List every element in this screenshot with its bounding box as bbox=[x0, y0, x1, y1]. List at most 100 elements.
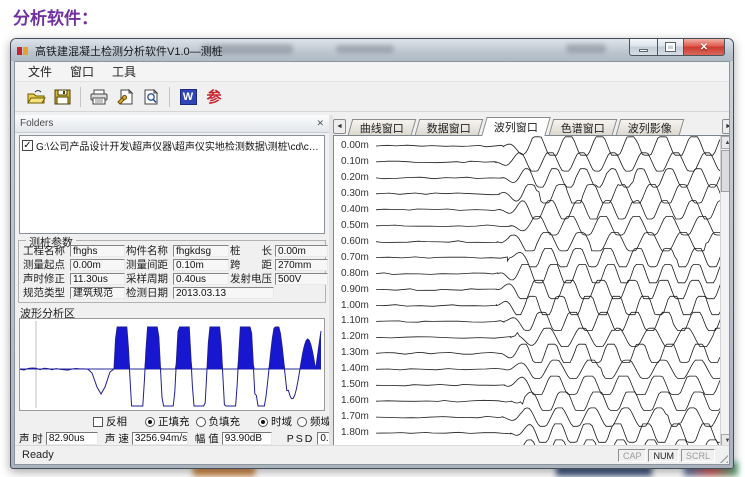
parameters-button[interactable]: 参 bbox=[201, 85, 227, 109]
analysis-waveform bbox=[20, 319, 324, 410]
word-export-button[interactable]: W bbox=[175, 85, 201, 109]
app-window: 高铁建混凝土检测分析软件V1.0—测桩 ✕ 文件 窗口 工具 bbox=[10, 38, 734, 469]
save-floppy-icon bbox=[54, 89, 71, 105]
tab-曲线窗口[interactable]: 曲线窗口 bbox=[348, 119, 417, 135]
readout-row: 声 时 82.90us 声 速 3256.94m/s 幅 值 93.90dB P… bbox=[19, 431, 369, 446]
wave-analysis-area[interactable] bbox=[19, 318, 325, 411]
param-field[interactable]: fhgkdsg bbox=[173, 245, 229, 257]
amplitude-label: 幅 值 bbox=[195, 431, 219, 446]
depth-label: 1.80m bbox=[341, 427, 375, 438]
vertical-scrollbar[interactable]: ▲ ▼ bbox=[720, 136, 730, 447]
menu-bar: 文件 窗口 工具 bbox=[15, 62, 729, 82]
tab-label: 波列影像 bbox=[628, 120, 672, 136]
sound-speed-field[interactable]: 3256.94m/s bbox=[132, 432, 188, 445]
param-field[interactable]: fhghs bbox=[70, 245, 125, 257]
param-label: 测量间距 bbox=[126, 259, 172, 271]
depth-label: 1.10m bbox=[341, 315, 375, 326]
tab-scroll-left-button[interactable]: ◄ bbox=[333, 119, 346, 134]
param-field[interactable]: 0.40us bbox=[173, 273, 229, 285]
param-label: 构件名称 bbox=[126, 245, 172, 257]
psd-label: PSD bbox=[287, 433, 315, 445]
printer-icon bbox=[89, 89, 109, 105]
close-icon: ✕ bbox=[700, 42, 708, 53]
wave-path bbox=[376, 264, 720, 282]
scroll-up-button[interactable]: ▲ bbox=[721, 136, 730, 149]
scrollbar-thumb[interactable] bbox=[721, 150, 730, 192]
param-field[interactable]: 0.00m bbox=[275, 245, 328, 257]
tab-波列影像[interactable]: 波列影像 bbox=[616, 119, 685, 135]
param-field[interactable]: 500V bbox=[275, 273, 328, 285]
tree-checkbox[interactable]: ✓ bbox=[22, 140, 33, 151]
tab-波列窗口[interactable]: 波列窗口 bbox=[481, 117, 550, 136]
desktop-artifact bbox=[566, 44, 606, 53]
radio-time-domain[interactable] bbox=[258, 417, 268, 427]
depth-label: 0.30m bbox=[341, 188, 375, 199]
depth-label: 1.60m bbox=[341, 395, 375, 406]
param-field[interactable]: 2013.03.13 bbox=[173, 287, 274, 299]
menu-tools[interactable]: 工具 bbox=[103, 61, 145, 82]
export-report-button[interactable] bbox=[112, 85, 138, 109]
wave-path bbox=[376, 169, 721, 187]
positive-fill-label: 正填充 bbox=[158, 414, 190, 429]
print-preview-button[interactable] bbox=[138, 85, 164, 109]
radio-freq-domain[interactable] bbox=[297, 417, 307, 427]
tab-scroll-right-button[interactable]: ► bbox=[722, 119, 730, 134]
title-bar[interactable]: 高铁建混凝土检测分析软件V1.0—测桩 ✕ bbox=[11, 39, 733, 61]
caps-indicator: CAP bbox=[618, 449, 647, 462]
param-field[interactable]: 11.30us bbox=[70, 273, 125, 285]
tab-label: 数据窗口 bbox=[427, 120, 471, 136]
menu-file[interactable]: 文件 bbox=[19, 61, 61, 82]
param-field[interactable]: 270mm bbox=[275, 259, 328, 271]
folders-caption: Folders ✕ bbox=[15, 115, 329, 133]
num-indicator: NUM bbox=[648, 449, 679, 462]
param-field[interactable]: 建筑规范 bbox=[70, 287, 125, 299]
tree-item[interactable]: ✓ G:\公司产品设计开发\超声仪器\超声仪实地检测数据\测桩\cd\cd03\… bbox=[20, 136, 324, 155]
app-icon bbox=[17, 44, 31, 56]
toolbar-separator bbox=[169, 87, 170, 107]
status-text: Ready bbox=[15, 449, 54, 461]
radio-negative-fill[interactable] bbox=[196, 417, 206, 427]
print-button[interactable] bbox=[86, 85, 112, 109]
wave-path bbox=[20, 327, 321, 369]
open-button[interactable] bbox=[23, 85, 49, 109]
param-field[interactable]: 0.00m bbox=[70, 259, 125, 271]
tree-item-path: G:\公司产品设计开发\超声仪器\超声仪实地检测数据\测桩\cd\cd03\cd… bbox=[36, 138, 322, 153]
wave-path bbox=[376, 376, 720, 394]
maximize-button[interactable] bbox=[657, 39, 684, 56]
radio-positive-fill[interactable] bbox=[145, 417, 155, 427]
close-button[interactable]: ✕ bbox=[683, 39, 725, 56]
minimize-button[interactable] bbox=[629, 39, 658, 56]
wave-list-plot[interactable]: 0.00m0.10m0.20m0.30m0.40m0.50m0.60m0.70m… bbox=[333, 135, 730, 448]
folder-tree[interactable]: ✓ G:\公司产品设计开发\超声仪器\超声仪实地检测数据\测桩\cd\cd03\… bbox=[19, 135, 325, 234]
wave-path bbox=[376, 392, 721, 410]
param-label: 检测日期 bbox=[126, 287, 172, 299]
toolbar-separator bbox=[80, 87, 81, 107]
display-controls: 反相 正填充 负填充 时域 频域 bbox=[93, 414, 331, 429]
tab-strip: 曲线窗口数据窗口 波列窗口色谱窗口波列影像 bbox=[350, 116, 719, 135]
time-domain-label: 时域 bbox=[271, 414, 292, 429]
invert-checkbox[interactable] bbox=[93, 417, 103, 427]
param-label: 测量起点 bbox=[23, 259, 69, 271]
save-button[interactable] bbox=[49, 85, 75, 109]
resize-grip[interactable] bbox=[716, 451, 728, 463]
page-tool-icon bbox=[116, 89, 134, 105]
panel-close-icon[interactable]: ✕ bbox=[316, 118, 324, 129]
param-label: 规范类型 bbox=[23, 287, 69, 299]
menu-window[interactable]: 窗口 bbox=[61, 61, 103, 82]
amplitude-field[interactable]: 93.90dB bbox=[222, 432, 272, 445]
params-grid: 工程名称fhghs构件名称fhgkdsg桩 长0.00m测量起点0.00m测量间… bbox=[23, 245, 328, 299]
pile-params-group: 测桩参数 工程名称fhghs构件名称fhgkdsg桩 长0.00m测量起点0.0… bbox=[18, 240, 326, 303]
param-label: 跨 距 bbox=[230, 259, 274, 271]
tab-色谱窗口[interactable]: 色谱窗口 bbox=[549, 119, 618, 135]
param-field[interactable]: 0.10m bbox=[173, 259, 229, 271]
wave-path bbox=[376, 424, 720, 442]
params-char-icon: 参 bbox=[206, 86, 221, 107]
param-label: 工程名称 bbox=[23, 245, 69, 257]
depth-label: 0.80m bbox=[341, 268, 375, 279]
tab-label: 波列窗口 bbox=[494, 119, 538, 135]
client-area: 文件 窗口 工具 bbox=[14, 61, 730, 465]
tab-数据窗口[interactable]: 数据窗口 bbox=[415, 119, 484, 135]
invert-label: 反相 bbox=[106, 414, 127, 429]
toolbar: W 参 bbox=[15, 82, 729, 112]
sound-time-field[interactable]: 82.90us bbox=[46, 432, 98, 445]
